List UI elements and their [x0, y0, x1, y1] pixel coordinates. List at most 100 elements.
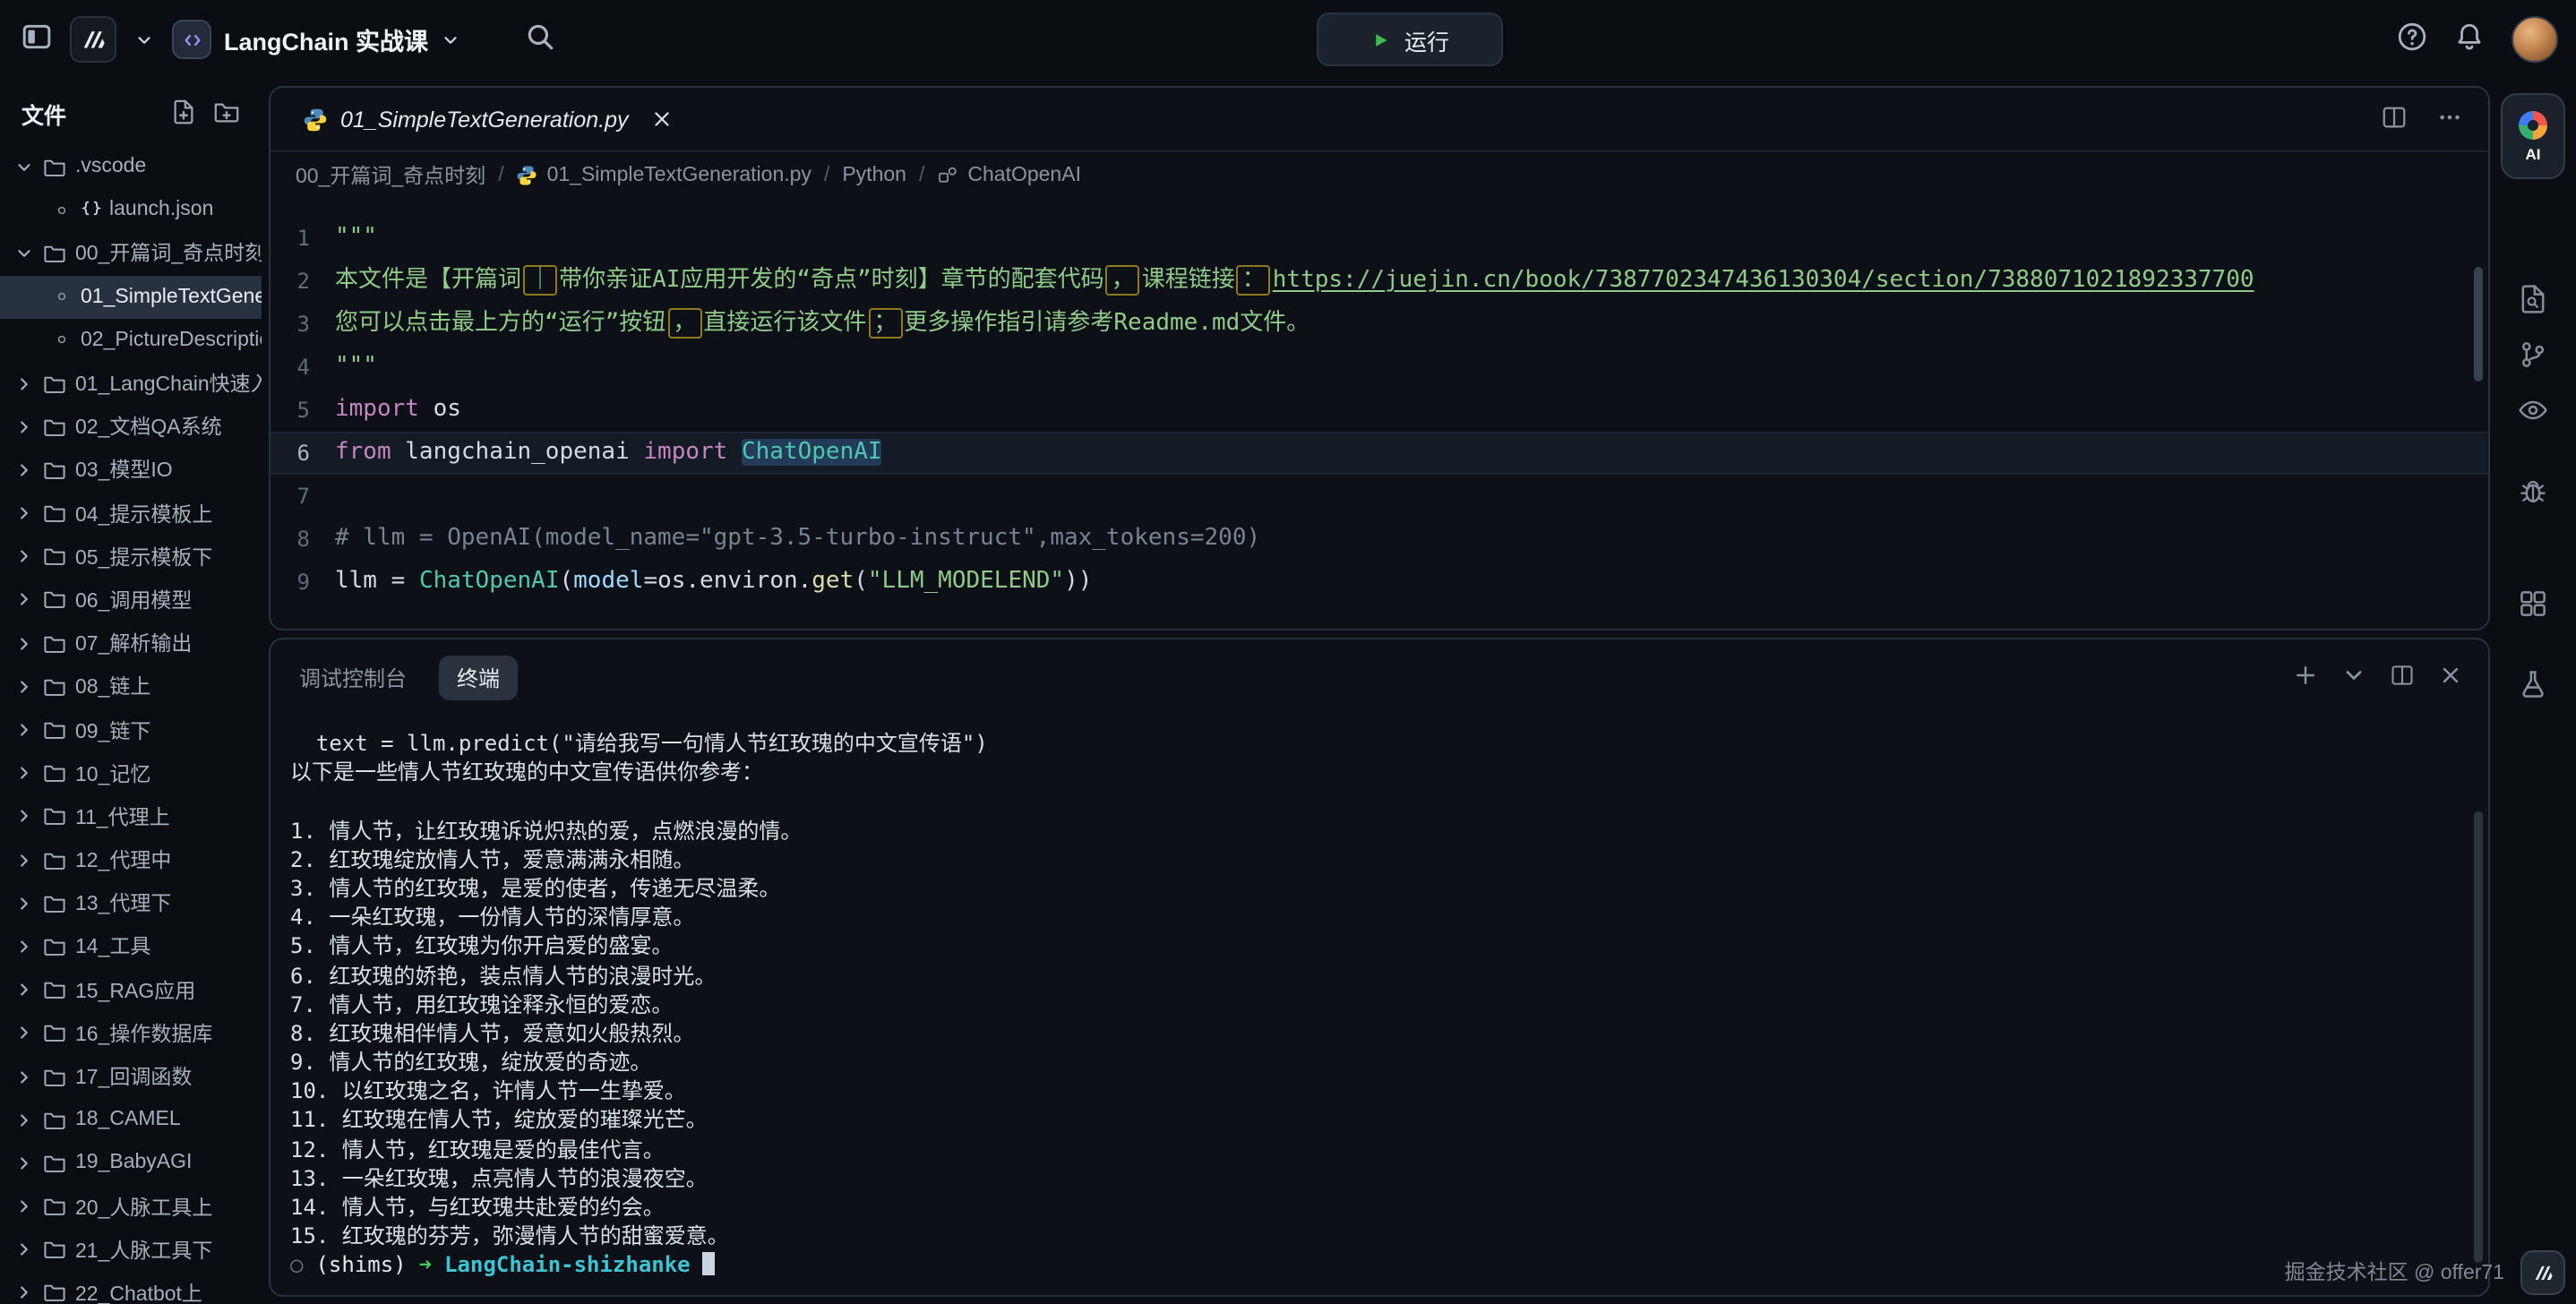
tree-item[interactable]: 21_人脉工具下 — [0, 1228, 262, 1271]
folder-icon — [43, 892, 66, 915]
tree-item[interactable]: 06_调用模型 — [0, 579, 262, 622]
tree-item[interactable]: 09_链下 — [0, 708, 262, 751]
search-button[interactable] — [525, 21, 555, 57]
split-columns-icon — [2381, 103, 2408, 130]
terminal-line: 13. 一朵红玫瑰，点亮情人节的浪漫夜空。 — [290, 1164, 2452, 1193]
close-button[interactable] — [2438, 662, 2463, 692]
code-line[interactable]: 1""" — [270, 217, 2488, 260]
code-area[interactable]: 1"""2本文件是【开篇词｜带你亲证AI应用开发的“奇点”时刻】章节的配套代码，… — [270, 199, 2488, 629]
tree-item[interactable]: 18_CAMEL — [0, 1098, 262, 1141]
tree-item[interactable]: 13_代理下 — [0, 881, 262, 924]
line-number: 4 — [270, 346, 310, 389]
braces-icon — [81, 200, 102, 221]
chevron-right-icon — [14, 980, 34, 999]
editor-scrollbar[interactable] — [2474, 267, 2483, 382]
project-switcher[interactable]: LangChain 实战课 — [172, 20, 460, 59]
tab-close-icon[interactable] — [650, 107, 674, 131]
tree-item[interactable]: 11_代理上 — [0, 795, 262, 838]
plus-button[interactable] — [2293, 662, 2318, 692]
new-folder-button[interactable] — [213, 98, 240, 130]
tree-item[interactable]: 08_链上 — [0, 665, 262, 708]
avatar[interactable] — [2512, 16, 2558, 63]
flask-button[interactable] — [2517, 668, 2549, 706]
tree-item-label: 15_RAG应用 — [75, 975, 195, 1004]
tree-item[interactable]: 19_BabyAGI — [0, 1142, 262, 1185]
tree-item-label: .vscode — [75, 156, 146, 177]
chevron-down-button[interactable] — [2341, 662, 2366, 692]
tree-item[interactable]: 01_SimpleTextGeneration.py — [0, 275, 262, 318]
ai-assistant-button[interactable]: AI — [2501, 93, 2565, 179]
terminal-prompt[interactable]: ○(shims)➜LangChain-shizhanke — [290, 1251, 2452, 1280]
code-line[interactable]: 8# llm = OpenAI(model_name="gpt-3.5-turb… — [270, 518, 2488, 561]
tree-item[interactable]: 05_提示模板下 — [0, 535, 262, 578]
code-line[interactable]: 4""" — [270, 346, 2488, 389]
chevron-right-icon — [14, 1110, 34, 1129]
ellipsis-button[interactable] — [2436, 103, 2463, 135]
folder-icon — [43, 1282, 66, 1304]
tree-item[interactable]: 22_Chatbot上 — [0, 1272, 262, 1304]
project-name: LangChain 实战课 — [224, 21, 428, 57]
tree-item[interactable]: 02_PictureDescription.py — [0, 319, 262, 362]
terminal-scrollbar[interactable] — [2474, 811, 2483, 1263]
terminal-panel: 调试控制台终端 text = llm.predict("请给我写一句情人节红玫瑰… — [269, 638, 2490, 1297]
code-line[interactable]: 2本文件是【开篇词｜带你亲证AI应用开发的“奇点”时刻】章节的配套代码，课程链接… — [270, 260, 2488, 303]
app-logo[interactable] — [70, 16, 116, 63]
corner-widget[interactable] — [2520, 1250, 2565, 1295]
code-line[interactable]: 3您可以点击最上方的“运行”按钮，直接运行该文件；更多操作指引请参考Readme… — [270, 303, 2488, 346]
search-icon — [525, 21, 555, 52]
terminal-line: 15. 红玫瑰的芬芳，弥漫情人节的甜蜜爱意。 — [290, 1222, 2452, 1250]
breadcrumb-item[interactable]: ChatOpenAI — [937, 165, 1081, 186]
git-branch-button[interactable] — [2517, 339, 2549, 376]
tree-item[interactable]: 00_开篇词_奇点时刻 — [0, 232, 262, 275]
split-columns-button[interactable] — [2390, 662, 2415, 692]
tree-item[interactable]: 07_解析输出 — [0, 622, 262, 665]
terminal-output[interactable]: text = llm.predict("请给我写一句情人节红玫瑰的中文宣传语")… — [290, 729, 2452, 1280]
tree-item-label: 02_PictureDescription.py — [81, 330, 262, 351]
flask-icon — [2517, 668, 2549, 700]
tree-item[interactable]: 15_RAG应用 — [0, 968, 262, 1011]
tree-item[interactable]: 17_回调函数 — [0, 1055, 262, 1098]
bug-button[interactable] — [2517, 475, 2549, 512]
eye-button[interactable] — [2517, 394, 2549, 432]
tree-item[interactable]: launch.json — [0, 188, 262, 231]
run-button[interactable]: 运行 — [1317, 13, 1503, 66]
code-line[interactable]: 6from langchain_openai import ChatOpenAI — [270, 432, 2488, 475]
terminal-tabs: 调试控制台终端 — [296, 655, 518, 699]
tree-item[interactable]: 16_操作数据库 — [0, 1012, 262, 1055]
editor-tab[interactable]: 01_SimpleTextGeneration.py — [296, 87, 681, 151]
terminal-line — [290, 787, 2452, 816]
file-search-button[interactable] — [2517, 283, 2549, 321]
sidebar-toggle-button[interactable] — [21, 21, 52, 57]
prompt-directory: LangChain-shizhanke — [444, 1253, 691, 1278]
breadcrumb-item[interactable]: 01_SimpleTextGeneration.py — [517, 165, 811, 186]
code-line[interactable]: 7 — [270, 475, 2488, 518]
grid-button[interactable] — [2517, 588, 2549, 625]
terminal-tab[interactable]: 调试控制台 — [296, 655, 410, 699]
tree-item[interactable]: 10_记忆 — [0, 751, 262, 794]
sidebar-title: 文件 — [21, 97, 154, 131]
app-logo-icon — [78, 24, 108, 55]
split-columns-button[interactable] — [2381, 103, 2408, 135]
tree-item[interactable]: .vscode — [0, 145, 262, 188]
tree-item[interactable]: 03_模型IO — [0, 449, 262, 492]
terminal-tab[interactable]: 终端 — [439, 655, 518, 699]
tree-item[interactable]: 20_人脉工具上 — [0, 1185, 262, 1228]
line-number: 2 — [270, 260, 310, 303]
notifications-button[interactable] — [2454, 21, 2485, 57]
tree-item[interactable]: 02_文档QA系统 — [0, 405, 262, 448]
tree-item[interactable]: 04_提示模板上 — [0, 492, 262, 535]
code-icon — [180, 28, 203, 51]
help-button[interactable] — [2397, 21, 2427, 57]
breadcrumb-item[interactable]: Python — [842, 165, 906, 186]
tree-item[interactable]: 12_代理中 — [0, 838, 262, 881]
breadcrumb-label: ChatOpenAI — [967, 165, 1081, 186]
tree-item[interactable]: 14_工具 — [0, 925, 262, 968]
new-file-button[interactable] — [170, 98, 197, 130]
code-line[interactable]: 5import os — [270, 389, 2488, 432]
workspace-chevron-icon[interactable] — [134, 30, 154, 49]
folder-icon — [43, 502, 66, 525]
tree-item[interactable]: 01_LangChain快速入门 — [0, 362, 262, 405]
code-line[interactable]: 9llm = ChatOpenAI(model=os.environ.get("… — [270, 561, 2488, 604]
breadcrumb-item[interactable]: 00_开篇词_奇点时刻 — [296, 161, 485, 190]
terminal-line: 7. 情人节，用红玫瑰诠释永恒的爱恋。 — [290, 990, 2452, 1018]
